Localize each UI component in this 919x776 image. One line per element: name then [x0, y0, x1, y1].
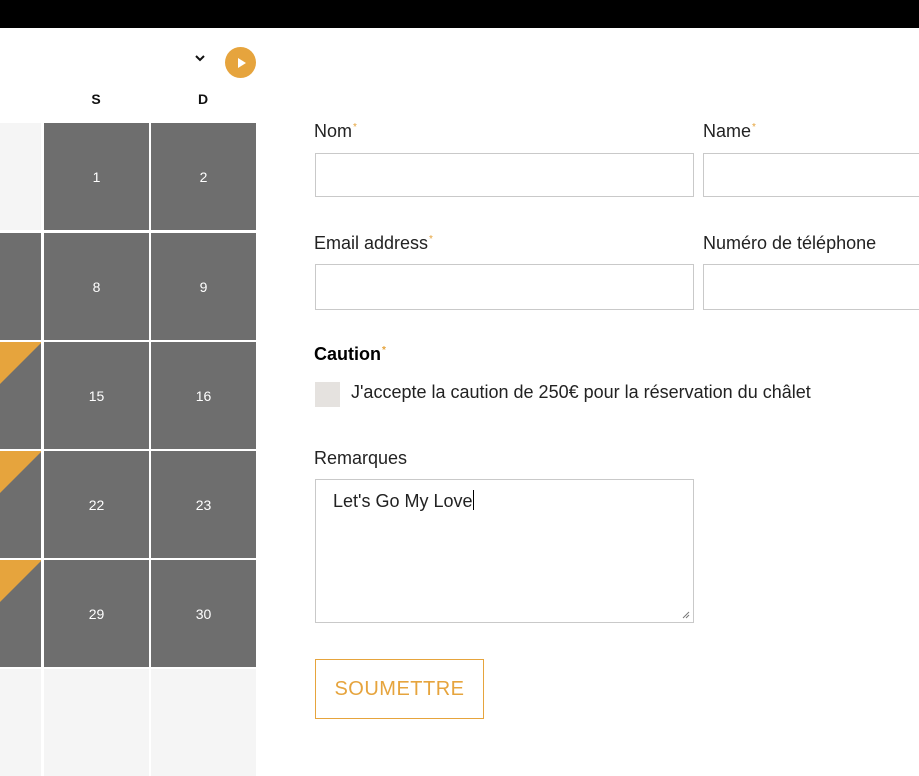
phone-input[interactable] — [703, 264, 919, 310]
calendar-day-cell[interactable]: 30 — [151, 560, 256, 667]
calendar-nav — [0, 28, 256, 78]
name-input[interactable] — [703, 153, 919, 197]
calendar-day-cell[interactable]: 29 — [44, 560, 149, 667]
calendar-day-cell-partial[interactable] — [0, 560, 41, 667]
email-label-text: Email address — [314, 233, 429, 253]
required-marker: * — [353, 122, 357, 133]
calendar-day-cell[interactable]: 16 — [151, 342, 256, 449]
text-caret — [472, 490, 474, 510]
remarks-textarea[interactable]: Let's Go My Love — [315, 479, 694, 623]
weekday-header-saturday: S — [91, 91, 101, 107]
calendar-day-cell[interactable] — [44, 669, 149, 776]
booking-start-marker — [0, 342, 41, 384]
booking-start-marker — [0, 451, 41, 493]
resize-handle-icon[interactable] — [682, 611, 690, 619]
name-label: Name* — [703, 121, 756, 142]
remarks-label: Remarques — [314, 448, 407, 469]
remarks-label-text: Remarques — [314, 448, 408, 468]
required-marker: * — [429, 234, 433, 245]
calendar-day-cell-partial[interactable] — [0, 342, 41, 449]
calendar-day-cell[interactable] — [151, 669, 256, 776]
phone-label-text: Numéro de téléphone — [703, 233, 877, 253]
name-label-text: Name — [703, 121, 752, 141]
required-marker: * — [382, 345, 386, 356]
email-input[interactable] — [315, 264, 694, 310]
remarks-text: Let's Go My Love — [333, 491, 473, 511]
play-icon — [237, 57, 246, 68]
nom-input[interactable] — [315, 153, 694, 197]
calendar-day-cell-partial[interactable] — [0, 669, 41, 776]
top-bar — [0, 0, 919, 28]
booking-start-marker — [0, 560, 41, 602]
chevron-down-icon[interactable] — [191, 50, 209, 66]
calendar-day-cell[interactable]: 2 — [151, 123, 256, 230]
phone-label: Numéro de téléphone — [703, 233, 876, 254]
calendar-day-cell-partial[interactable] — [0, 233, 41, 340]
calendar-day-cell[interactable]: 9 — [151, 233, 256, 340]
calendar-day-cell[interactable]: 15 — [44, 342, 149, 449]
caution-checkbox[interactable] — [315, 382, 340, 407]
calendar-day-cell[interactable]: 22 — [44, 451, 149, 558]
email-label: Email address* — [314, 233, 433, 254]
required-marker: * — [752, 122, 756, 133]
calendar-day-cell-partial[interactable] — [0, 123, 41, 230]
caution-checkbox-label[interactable]: J'accepte la caution de 250€ pour la rés… — [351, 382, 811, 403]
next-month-button[interactable] — [225, 47, 256, 78]
caution-title-text: Caution — [314, 344, 381, 364]
calendar-day-cell[interactable]: 23 — [151, 451, 256, 558]
calendar-day-cell[interactable]: 1 — [44, 123, 149, 230]
submit-button[interactable]: SOUMETTRE — [315, 659, 484, 719]
caution-title: Caution* — [314, 344, 386, 365]
weekday-header-sunday: D — [197, 91, 209, 107]
nom-label: Nom* — [314, 121, 357, 142]
calendar-day-cell-partial[interactable] — [0, 451, 41, 558]
calendar-day-cell[interactable]: 8 — [44, 233, 149, 340]
nom-label-text: Nom — [314, 121, 353, 141]
